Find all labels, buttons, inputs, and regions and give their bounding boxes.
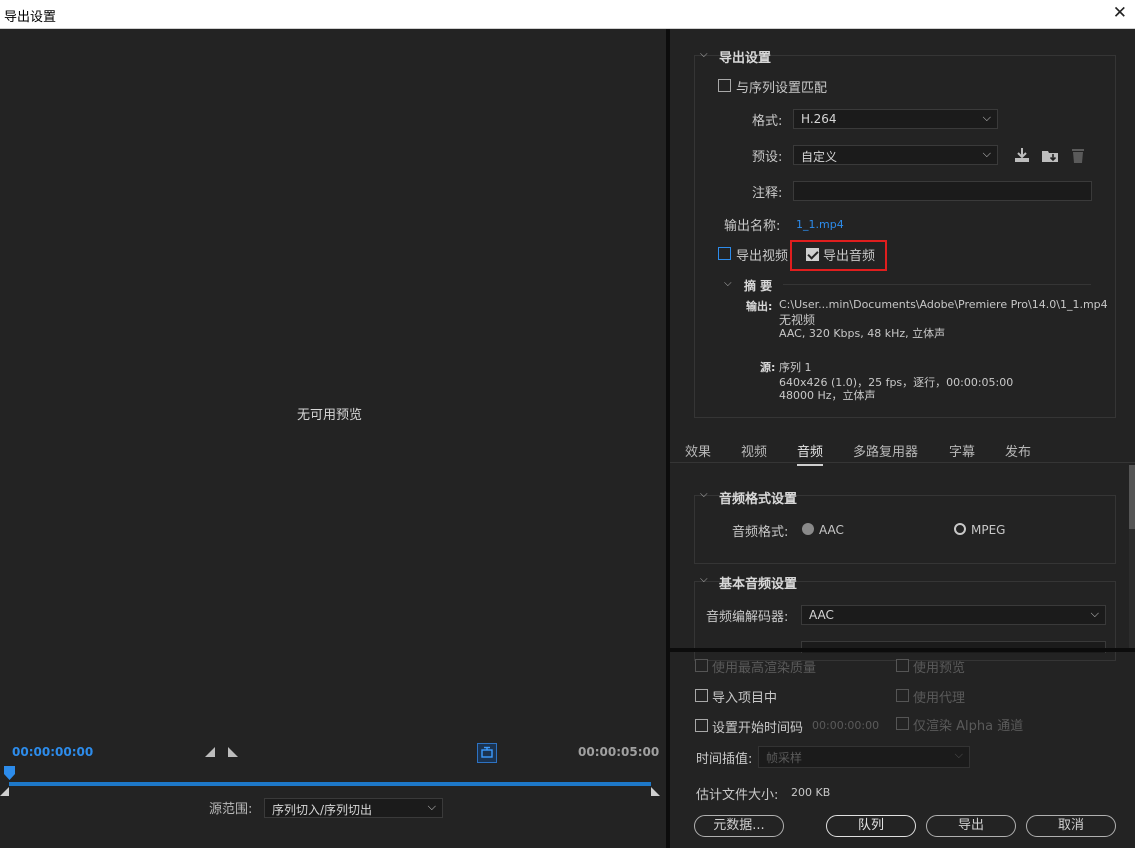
set-start-timecode-label: 设置开始时间码 (712, 721, 804, 736)
audio-format-title: 音频格式设置 (719, 492, 798, 507)
fit-frame-icon (481, 746, 493, 758)
close-icon[interactable]: ✕ (1113, 3, 1127, 23)
timecode-duration: 00:00:05:00 (578, 745, 660, 759)
tab-captions[interactable]: 字幕 (949, 441, 975, 460)
cancel-button[interactable]: 取消 (1026, 815, 1116, 837)
in-point-marker[interactable] (0, 787, 9, 796)
title-bar: 导出设置 ✕ (0, 0, 1135, 29)
bottom-divider[interactable] (670, 648, 1135, 652)
format-select[interactable]: H.264 ⌵ (793, 109, 998, 129)
summary-source-label: 源: (760, 361, 776, 374)
preset-value: 自定义 (801, 150, 838, 164)
max-render-quality-checkbox[interactable] (695, 659, 708, 672)
preview-area (0, 29, 666, 848)
tab-effects[interactable]: 效果 (685, 441, 711, 460)
import-into-project-label: 导入项目中 (712, 691, 778, 706)
audio-codec-label: 音频编解码器: (706, 610, 789, 625)
render-alpha-checkbox[interactable] (896, 717, 909, 730)
export-video-label: 导出视频 (736, 249, 789, 264)
set-start-timecode-checkbox[interactable] (695, 719, 708, 732)
mpeg-radio[interactable] (954, 523, 966, 535)
settings-tabs: 效果 视频 音频 多路复用器 字幕 发布 (670, 435, 1135, 466)
collapse-icon[interactable]: ⌵ (724, 278, 732, 289)
out-point-marker[interactable] (651, 787, 660, 796)
summary-output-audio: AAC, 320 Kbps, 48 kHz, 立体声 (779, 327, 946, 340)
set-in-point-icon[interactable] (205, 747, 215, 757)
estimated-size-label: 估计文件大小: (696, 788, 779, 803)
audio-format-label: 音频格式: (732, 525, 789, 540)
format-label: 格式: (752, 114, 783, 129)
chevron-down-icon: ⌵ (982, 147, 991, 160)
use-previews-checkbox[interactable] (896, 659, 909, 672)
playhead-icon[interactable] (4, 766, 15, 781)
time-interpolation-label: 时间插值: (696, 752, 753, 767)
summary-title: 摘 要 (744, 279, 773, 293)
format-value: H.264 (801, 112, 837, 126)
timecode-current[interactable]: 00:00:00:00 (12, 745, 93, 759)
mpeg-radio-label: MPEG (971, 523, 1006, 537)
chevron-down-icon: ⌵ (1090, 607, 1099, 620)
tab-video[interactable]: 视频 (741, 441, 767, 460)
use-proxies-label: 使用代理 (913, 691, 966, 706)
export-button[interactable]: 导出 (926, 815, 1016, 837)
preset-select[interactable]: 自定义 ⌵ (793, 145, 998, 165)
use-previews-label: 使用预览 (913, 661, 966, 676)
export-video-checkbox[interactable] (718, 247, 731, 260)
summary-divider (783, 284, 1091, 285)
summary-output-label: 输出: (746, 300, 773, 313)
chevron-down-icon: ⌵ (427, 800, 436, 813)
queue-button[interactable]: 队列 (826, 815, 916, 837)
summary-output-path: C:\User...min\Documents\Adobe\Premiere P… (779, 298, 1108, 311)
set-out-point-icon[interactable] (228, 747, 238, 757)
settings-scroll-thumb[interactable] (1129, 465, 1135, 529)
chevron-down-icon: ⌵ (982, 111, 991, 124)
basic-audio-title: 基本音频设置 (719, 577, 798, 592)
audio-codec-value: AAC (809, 608, 834, 622)
comment-field[interactable] (793, 181, 1092, 201)
output-name-label: 输出名称: (724, 219, 781, 234)
tab-audio[interactable]: 音频 (797, 441, 824, 466)
collapse-icon[interactable]: ⌵ (700, 574, 708, 585)
summary-source-audio: 48000 Hz，立体声 (779, 389, 876, 402)
render-alpha-label: 仅渲染 Alpha 通道 (913, 719, 1024, 734)
source-range-select[interactable]: 序列切入/序列切出 ⌵ (264, 798, 443, 818)
time-interpolation-value: 帧采样 (766, 751, 803, 765)
import-into-project-checkbox[interactable] (695, 689, 708, 702)
tab-publish[interactable]: 发布 (1005, 441, 1031, 460)
comment-label: 注释: (752, 186, 783, 201)
no-preview-text: 无可用预览 (297, 408, 363, 423)
use-proxies-checkbox[interactable] (896, 689, 909, 702)
match-sequence-checkbox[interactable] (718, 79, 731, 92)
estimated-size-value: 200 KB (791, 786, 831, 799)
aac-radio[interactable] (802, 523, 814, 535)
max-render-quality-label: 使用最高渲染质量 (712, 661, 817, 676)
tab-multiplexer[interactable]: 多路复用器 (853, 441, 918, 460)
collapse-icon[interactable]: ⌵ (700, 49, 708, 60)
fit-frame-button[interactable] (477, 743, 497, 763)
save-preset-icon[interactable] (1013, 146, 1031, 164)
source-range-label: 源范围: (209, 802, 253, 817)
source-range-value: 序列切入/序列切出 (272, 803, 373, 817)
chevron-down-icon: ⌵ (954, 748, 963, 761)
delete-preset-icon[interactable] (1069, 146, 1087, 164)
match-sequence-label: 与序列设置匹配 (736, 81, 828, 96)
output-name-link[interactable]: 1_1.mp4 (796, 218, 844, 231)
aac-radio-label: AAC (819, 523, 844, 537)
window-title: 导出设置 (4, 10, 57, 25)
time-interpolation-select[interactable]: 帧采样 ⌵ (758, 746, 970, 768)
import-preset-icon[interactable] (1041, 146, 1059, 164)
start-timecode-value[interactable]: 00:00:00:00 (812, 719, 879, 732)
preset-label: 预设: (752, 150, 783, 165)
highlight-box (790, 240, 887, 271)
collapse-icon[interactable]: ⌵ (700, 489, 708, 500)
metadata-button[interactable]: 元数据... (694, 815, 784, 837)
summary-source-name: 序列 1 (779, 361, 812, 374)
export-settings-title: 导出设置 (719, 51, 772, 66)
timeline-track[interactable] (9, 782, 651, 786)
audio-codec-select[interactable]: AAC ⌵ (801, 605, 1106, 625)
